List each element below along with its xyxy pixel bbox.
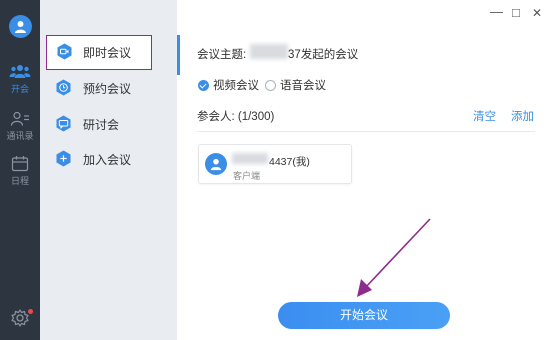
radio-video-meeting[interactable]: 视频会议 [198, 77, 259, 93]
video-camera-icon [57, 43, 72, 60]
user-icon [15, 21, 26, 33]
divider [197, 131, 535, 132]
topic-value[interactable]: 37发起的会议 [288, 46, 358, 62]
rail-item-label: 通讯录 [6, 131, 34, 141]
left-rail: 开会 通讯录 日程 [0, 0, 40, 340]
menu-item-label: 预约会议 [83, 82, 132, 96]
annotation-arrow [357, 218, 431, 297]
gear-icon[interactable] [11, 309, 29, 327]
rail-item-label: 日程 [10, 176, 29, 186]
maximize-button[interactable]: □ [512, 5, 520, 20]
calendar-icon [11, 156, 29, 172]
user-icon [210, 158, 222, 171]
user-avatar[interactable] [9, 15, 32, 38]
menu-item-label: 即时会议 [83, 46, 132, 60]
menu-item-join-meeting[interactable]: 加入会议 [40, 141, 177, 176]
meeting-menu: 即时会议 预约会议 研讨会 加入会议 [40, 0, 177, 340]
topic-label: 会议主题: [197, 49, 247, 61]
minimize-button[interactable]: — [490, 4, 503, 19]
participant-card[interactable]: 4437(我) 客户端 [198, 144, 352, 184]
menu-item-instant-meeting[interactable]: 即时会议 [46, 35, 152, 70]
radio-checked-icon [198, 80, 209, 91]
radio-unchecked-icon [265, 80, 276, 91]
participant-name: 4437(我) [269, 156, 310, 168]
plus-icon [56, 150, 71, 167]
clock-icon [56, 79, 71, 96]
radio-label: 视频会议 [213, 80, 259, 92]
notification-dot [28, 309, 33, 314]
clear-link[interactable]: 清空 [473, 108, 496, 124]
close-button[interactable]: ✕ [532, 6, 542, 20]
rail-item-calendar[interactable]: 日程 [0, 155, 40, 187]
radio-voice-meeting[interactable]: 语音会议 [265, 77, 326, 93]
menu-item-label: 研讨会 [83, 118, 120, 132]
rail-item-meeting[interactable]: 开会 [0, 64, 40, 95]
rail-item-contacts[interactable]: 通讯录 [0, 111, 40, 142]
add-link[interactable]: 添加 [511, 108, 534, 124]
participant-client: 客户端 [233, 171, 261, 181]
radio-label: 语音会议 [280, 80, 326, 92]
participant-avatar [205, 153, 227, 175]
chat-bubble-icon [56, 115, 71, 132]
contacts-icon [10, 111, 29, 126]
menu-item-schedule-meeting[interactable]: 预约会议 [40, 70, 177, 105]
menu-item-webinar[interactable]: 研讨会 [40, 106, 177, 141]
start-meeting-button[interactable]: 开始会议 [278, 302, 450, 329]
people-icon [9, 65, 31, 78]
redacted-text [250, 44, 288, 59]
redacted-text [232, 153, 268, 164]
participants-label: 参会人: (1/300) [197, 111, 275, 123]
rail-item-label: 开会 [10, 84, 29, 94]
active-indicator [177, 35, 180, 75]
menu-item-label: 加入会议 [83, 153, 132, 167]
